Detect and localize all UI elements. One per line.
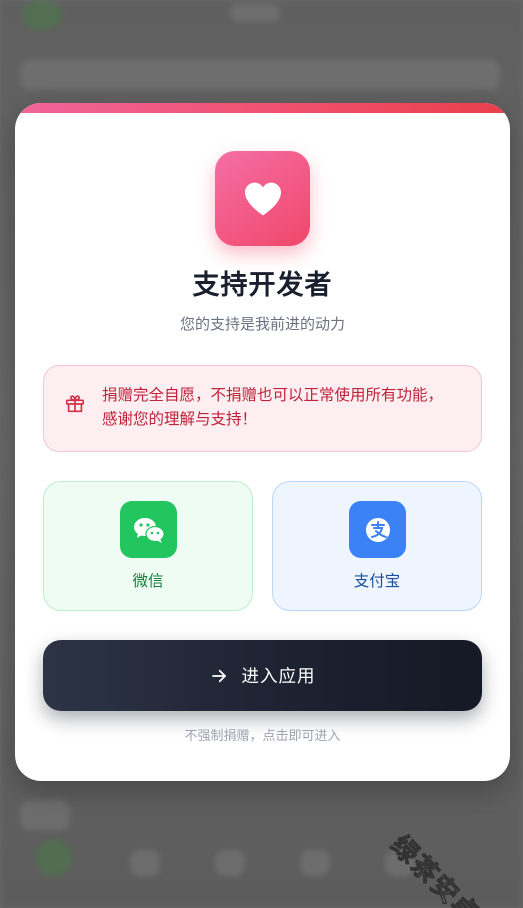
background-nav-icon [215,850,245,876]
alipay-icon [349,501,406,558]
alipay-label: 支付宝 [353,572,401,590]
donation-dialog: 支持开发者 您的支持是我前进的动力 捐赠完全自愿，不捐赠也可以正常使用所有功能，… [15,103,510,781]
background-nav-icon [130,850,160,876]
background-nav-icon [36,840,72,876]
wechat-icon [120,501,177,558]
alipay-button[interactable]: 支付宝 [272,481,482,611]
heart-icon [215,151,310,246]
background-avatar [22,0,62,30]
background-nav-icon [300,850,330,876]
enter-app-button[interactable]: 进入应用 [43,640,482,711]
wechat-label: 微信 [132,572,164,590]
arrow-right-icon [211,669,226,682]
wechat-pay-button[interactable]: 微信 [43,481,253,611]
dialog-subtitle: 您的支持是我前进的动力 [179,315,345,333]
background-block [20,60,500,90]
dialog-title: 支持开发者 [192,270,333,301]
gift-icon [65,395,85,413]
background-block [20,800,70,830]
background-block [230,4,280,22]
footnote: 不强制捐赠，点击即可进入 [184,729,341,744]
dialog-accent-bar [15,103,510,113]
donation-notice: 捐赠完全自愿，不捐赠也可以正常使用所有功能，感谢您的理解与支持！ [43,365,482,452]
notice-text: 捐赠完全自愿，不捐赠也可以正常使用所有功能，感谢您的理解与支持！ [102,386,444,428]
enter-app-label: 进入应用 [241,667,316,687]
